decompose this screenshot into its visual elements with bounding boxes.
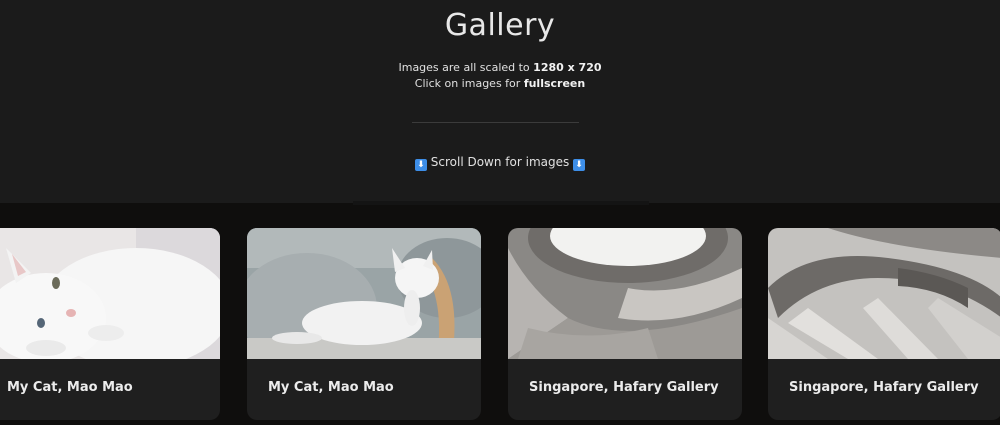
scroll-hint-text: Scroll Down for images [430,155,570,169]
gallery-card[interactable]: Singapore, Hafary Gallery [508,228,742,420]
card-caption: Singapore, Hafary Gallery [789,380,979,395]
fullscreen-keyword: fullscreen [523,77,586,90]
header-notch [353,201,649,205]
spiral-staircase-photo[interactable] [768,228,1000,359]
page-title: Gallery [444,8,556,43]
gallery-card[interactable]: My Cat, Mao Mao [0,228,220,420]
down-arrow-icon: ⬇ [414,159,427,171]
gallery-card[interactable]: My Cat, Mao Mao [247,228,481,420]
scroll-hint: ⬇ Scroll Down for images ⬇ [0,155,1000,171]
scale-info: Images are all scaled to 1280 x 720 [398,61,602,74]
white-cat-lying-photo[interactable] [0,228,220,359]
architecture-curves-photo[interactable] [508,228,742,359]
card-caption: Singapore, Hafary Gallery [529,380,719,395]
card-caption: My Cat, Mao Mao [7,380,133,395]
fullscreen-info: Click on images for fullscreen [414,77,586,90]
page-header: Gallery Images are all scaled to 1280 x … [0,0,1000,203]
scale-value: 1280 x 720 [533,61,602,74]
white-cat-on-chair-photo[interactable] [247,228,481,359]
gallery-card[interactable]: Singapore, Hafary Gallery [768,228,1000,420]
card-caption: My Cat, Mao Mao [268,380,394,395]
header-divider [412,122,579,123]
down-arrow-icon: ⬇ [573,159,586,171]
